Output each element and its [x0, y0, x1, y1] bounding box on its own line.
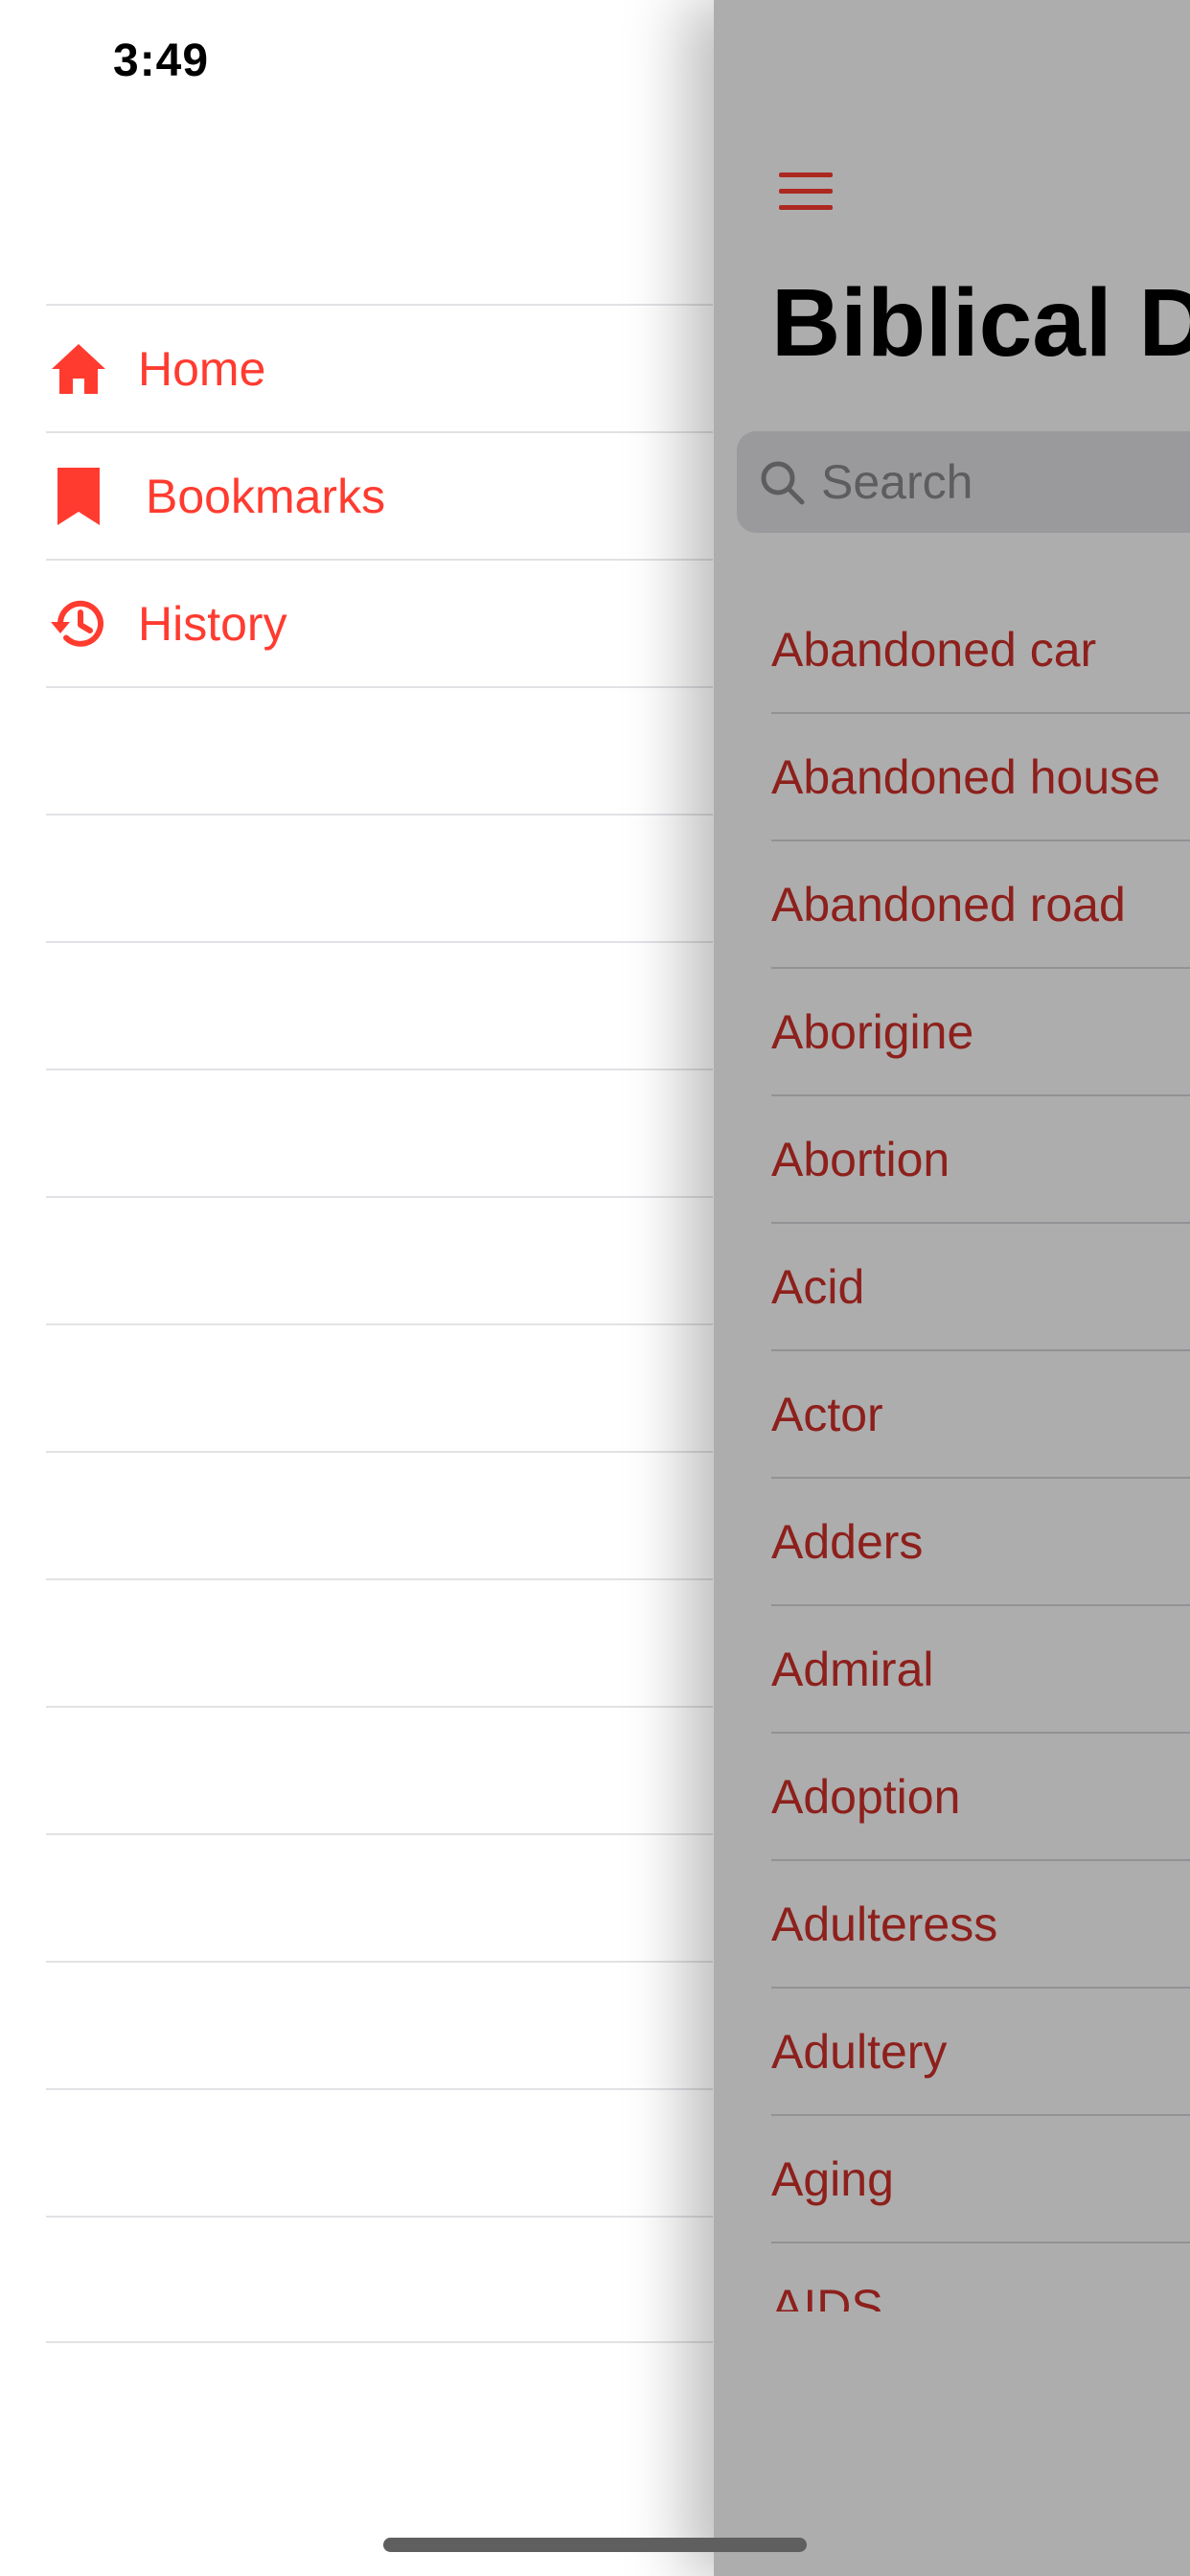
bookmark-icon	[48, 466, 109, 527]
list-item[interactable]: Adulteress	[771, 1861, 1190, 1989]
entry-list: Abandoned car Abandoned house Abandoned …	[771, 586, 1190, 2312]
menu-item-bookmarks[interactable]: Bookmarks	[46, 431, 713, 559]
hamburger-menu-icon[interactable]	[779, 172, 833, 211]
list-item[interactable]: Aborigine	[771, 969, 1190, 1096]
history-icon	[48, 593, 109, 655]
list-item[interactable]: Actor	[771, 1351, 1190, 1479]
menu-item-label: Bookmarks	[146, 469, 386, 523]
search-icon	[761, 461, 805, 505]
list-item[interactable]: Abandoned house	[771, 714, 1190, 841]
menu-empty-row	[46, 1578, 713, 1706]
page-title: Biblical D	[771, 269, 1190, 377]
menu-empty-row	[46, 941, 713, 1069]
list-item[interactable]: AIDS	[771, 2243, 1190, 2312]
list-item[interactable]: Acid	[771, 1224, 1190, 1351]
menu-item-home[interactable]: Home	[46, 304, 713, 431]
list-item[interactable]: Aging	[771, 2116, 1190, 2243]
menu-empty-row	[46, 2216, 713, 2343]
search-input[interactable]	[821, 454, 1190, 510]
main-panel[interactable]: Biblical D Abandoned car Abandoned house…	[714, 0, 1190, 2576]
list-item[interactable]: Abortion	[771, 1096, 1190, 1224]
menu-empty-row	[46, 1451, 713, 1578]
list-item[interactable]: Adultery	[771, 1989, 1190, 2116]
menu-item-history[interactable]: History	[46, 559, 713, 686]
menu-empty-row	[46, 814, 713, 941]
menu-item-label: History	[138, 596, 287, 651]
menu-empty-row	[46, 1706, 713, 1833]
home-icon	[48, 338, 109, 400]
list-item[interactable]: Adoption	[771, 1734, 1190, 1861]
menu-empty-row	[46, 1069, 713, 1196]
status-time: 3:49	[113, 35, 210, 86]
menu-empty-row	[46, 686, 713, 814]
menu-empty-row	[46, 1961, 713, 2088]
menu-empty-row	[46, 2088, 713, 2216]
menu-empty-row	[46, 1833, 713, 1961]
home-indicator[interactable]	[383, 2538, 807, 2552]
list-item[interactable]: Adders	[771, 1479, 1190, 1606]
list-item[interactable]: Abandoned road	[771, 841, 1190, 969]
menu-empty-row	[46, 1196, 713, 1323]
side-menu: Home Bookmarks History	[46, 304, 713, 2343]
app-screen: 3:49 Home Bookmarks History Biblical D S…	[0, 0, 1190, 2576]
list-item[interactable]: Admiral	[771, 1606, 1190, 1734]
menu-empty-row	[46, 1323, 713, 1451]
menu-item-label: Home	[138, 341, 266, 396]
list-item[interactable]: Abandoned car	[771, 586, 1190, 714]
search-bar[interactable]	[737, 431, 1190, 533]
